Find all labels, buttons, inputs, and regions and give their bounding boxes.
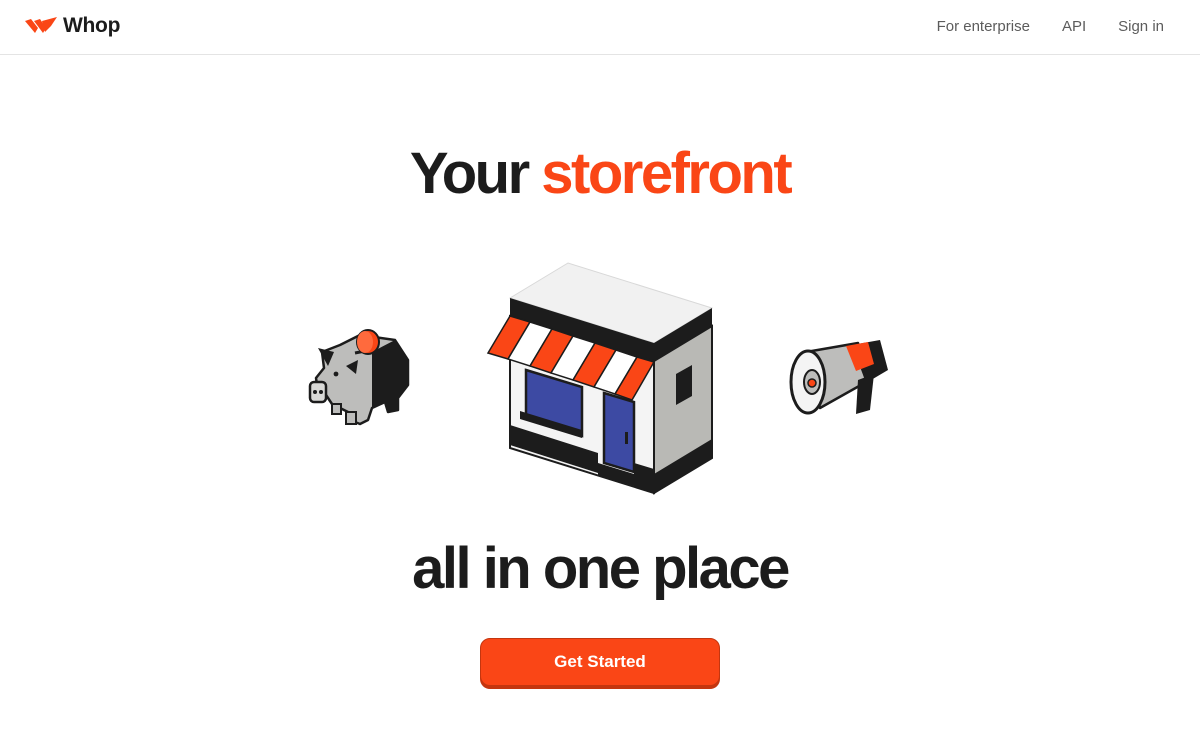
headline-accent: storefront — [541, 141, 792, 206]
whop-logo-icon — [25, 17, 57, 33]
top-navbar: Whop For enterprise API Sign in — [0, 0, 1200, 55]
headline-prefix: Your — [409, 141, 530, 206]
whop-logo-link[interactable]: Whop — [24, 14, 120, 38]
header-nav: For enterprise API Sign in — [937, 18, 1164, 35]
storefront-icon — [486, 262, 714, 495]
hero-headline-top: Your storefront — [0, 138, 1200, 210]
megaphone-icon — [789, 340, 888, 415]
nav-link-enterprise[interactable]: For enterprise — [937, 18, 1030, 35]
hero-illustration — [308, 262, 888, 495]
nav-link-sign-in[interactable]: Sign in — [1118, 18, 1164, 35]
hero-headline-bottom: all in one place — [412, 536, 790, 601]
nav-link-api[interactable]: API — [1062, 18, 1086, 35]
get-started-button[interactable]: Get Started — [480, 638, 720, 686]
brand-name: Whop — [63, 14, 121, 37]
piggy-bank-icon — [308, 329, 410, 426]
